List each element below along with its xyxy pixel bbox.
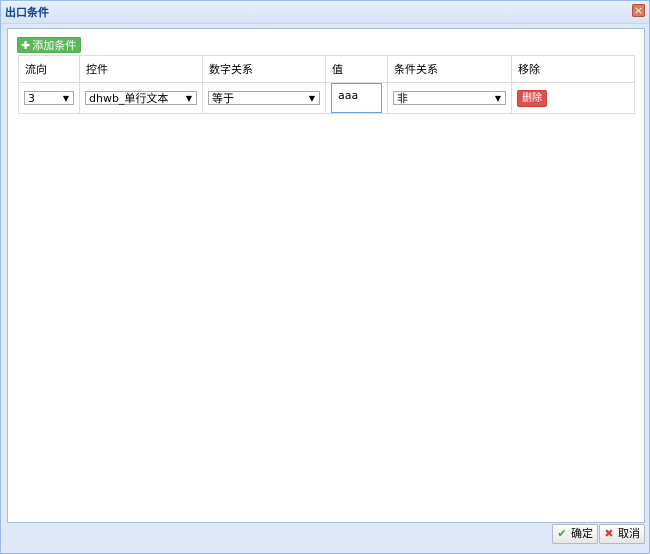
dialog-titlebar: 出口条件 × — [1, 1, 649, 24]
relation-cell: 等于 ▼ — [202, 82, 326, 114]
ok-label: 确定 — [571, 527, 593, 540]
dropdown-arrow-icon: ▼ — [185, 94, 192, 103]
plus-icon: ✚ — [21, 39, 31, 52]
control-select[interactable]: dhwb_单行文本 ▼ — [85, 91, 197, 105]
ok-button[interactable]: ✔ 确定 — [552, 524, 598, 544]
header-condition-relation: 条件关系 — [387, 55, 512, 83]
direction-cell: 3 ▼ — [18, 82, 80, 114]
logic-value: 非 — [397, 92, 408, 105]
direction-value: 3 — [28, 92, 35, 105]
control-cell: dhwb_单行文本 ▼ — [79, 82, 203, 114]
add-condition-button[interactable]: ✚ 添加条件 — [17, 37, 82, 53]
add-condition-label: 添加条件 — [32, 39, 77, 52]
dropdown-arrow-icon: ▼ — [308, 94, 315, 103]
close-icon[interactable]: × — [632, 4, 645, 17]
value-input[interactable]: aaa — [331, 83, 382, 113]
cross-icon: ✖ — [604, 527, 614, 540]
header-control: 控件 — [79, 55, 203, 83]
dialog-title: 出口条件 — [5, 6, 49, 19]
remove-cell: 删除 — [511, 82, 635, 114]
header-direction: 流向 — [18, 55, 80, 83]
condition-relation-select[interactable]: 非 ▼ — [393, 91, 506, 105]
conditions-table: 流向 控件 数字关系 值 条件关系 移除 3 ▼ dhwb_单行文本 ▼ 等于 … — [18, 55, 635, 114]
cancel-button[interactable]: ✖ 取消 — [599, 524, 645, 544]
dropdown-arrow-icon: ▼ — [62, 94, 69, 103]
delete-button[interactable]: 删除 — [517, 89, 547, 107]
checkmark-icon: ✔ — [557, 527, 567, 540]
direction-select[interactable]: 3 ▼ — [24, 91, 74, 105]
table-header-row: 流向 控件 数字关系 值 条件关系 移除 — [18, 55, 635, 83]
table-row: 3 ▼ dhwb_单行文本 ▼ 等于 ▼ aaa 非 ▼ 删除 — [18, 82, 635, 114]
dropdown-arrow-icon: ▼ — [494, 94, 501, 103]
relation-value: 等于 — [212, 92, 234, 105]
logic-cell: 非 ▼ — [387, 82, 512, 114]
value-cell: aaa — [325, 82, 388, 114]
control-value: dhwb_单行文本 — [89, 92, 169, 105]
header-value: 值 — [325, 55, 388, 83]
exit-condition-dialog: 出口条件 × ✚ 添加条件 流向 控件 数字关系 值 条件关系 移除 3 ▼ d… — [0, 0, 650, 554]
header-numeric-relation: 数字关系 — [202, 55, 326, 83]
numeric-relation-select[interactable]: 等于 ▼ — [208, 91, 320, 105]
dialog-body: ✚ 添加条件 流向 控件 数字关系 值 条件关系 移除 3 ▼ dhwb_单行文… — [7, 28, 645, 523]
header-remove: 移除 — [511, 55, 635, 83]
cancel-label: 取消 — [618, 527, 640, 540]
